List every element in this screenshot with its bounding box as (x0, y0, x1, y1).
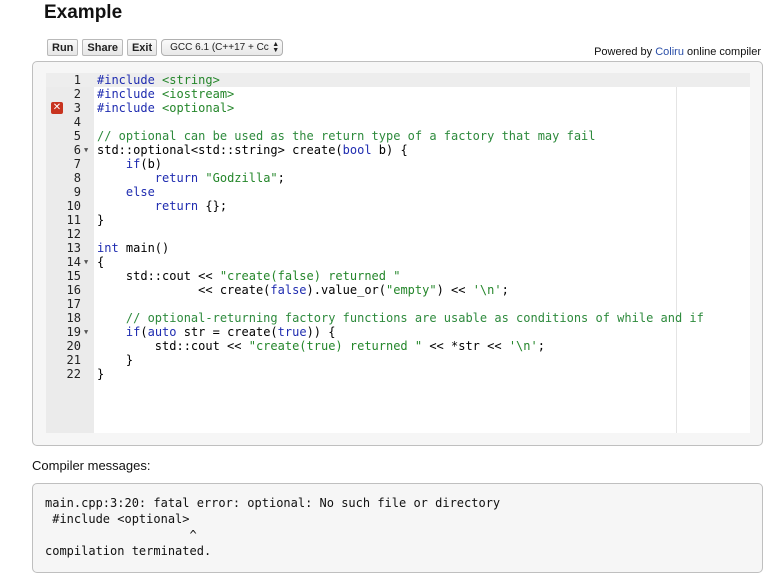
code-text: #include <iostream> (97, 87, 235, 101)
code-line[interactable]: 10 return {}; (46, 199, 750, 213)
code-line[interactable]: 8 return "Godzilla"; (46, 171, 750, 185)
line-number: 4 (73, 115, 81, 129)
select-arrows-icon: ▲ ▼ (272, 40, 280, 54)
code-text: // optional-returning factory functions … (97, 311, 704, 325)
code-text: if(b) (125, 157, 163, 171)
code-line[interactable]: 5 // optional can be used as the return t… (46, 129, 750, 143)
code-line[interactable]: 11} (46, 213, 750, 227)
code-line[interactable]: 16 << create(false).value_or("empty") <<… (46, 283, 750, 297)
fold-arrow-icon[interactable]: ▼ (84, 325, 88, 339)
code-text: } (97, 367, 105, 381)
line-number: 6 (73, 143, 81, 157)
code-line[interactable]: 2 #include <iostream> (46, 87, 750, 101)
line-number: 22 (66, 367, 81, 381)
code-line[interactable]: 22} (46, 367, 750, 381)
code-text: << create(false).value_or("empty") << '\… (97, 283, 509, 297)
coliru-link[interactable]: Coliru (655, 46, 684, 58)
run-button[interactable]: Run (47, 39, 79, 56)
code-line[interactable]: 21 } (46, 353, 750, 367)
code-text: return "Godzilla"; (154, 171, 285, 185)
line-number: 7 (73, 157, 81, 171)
code-line[interactable]: 14 ▼ { (46, 255, 750, 269)
compiler-select[interactable]: GCC 6.1 (C++17 + Cc ▲ ▼ (161, 39, 284, 56)
code-line[interactable]: 13 int main() (46, 241, 750, 255)
code-text: std::cout << "create(true) returned " <<… (97, 339, 545, 353)
code-line[interactable]: 12 (46, 227, 750, 241)
code-text: { (97, 255, 105, 269)
toolbar: Run Share Exit GCC 6.1 (C++17 + Cc ▲ ▼ (47, 39, 284, 56)
line-number: 3 (73, 101, 81, 115)
fold-arrow-icon[interactable]: ▼ (84, 255, 88, 269)
line-number: 18 (66, 311, 81, 325)
code-text: #include <string> (97, 73, 220, 87)
code-text: std::cout << "create(false) returned " (97, 269, 401, 283)
line-number: 8 (73, 171, 81, 185)
line-number: 19 (66, 325, 81, 339)
fold-arrow-icon[interactable]: ▼ (84, 143, 88, 157)
line-number: 1 (73, 73, 81, 87)
line-number: 20 (66, 339, 81, 353)
code-line[interactable]: 1 #include <string> (46, 73, 750, 87)
code-text: // optional can be used as the return ty… (97, 129, 596, 143)
code-line[interactable]: 18 // optional-returning factory functio… (46, 311, 750, 325)
powered-suffix: online compiler (687, 46, 761, 58)
code-text: } (97, 353, 134, 367)
line-number: 16 (66, 283, 81, 297)
compiler-messages-label: Compiler messages: (32, 458, 151, 473)
line-number: 15 (66, 269, 81, 283)
code-editor-panel: 1 #include <string> 2 #include <iostream> ✕ 3… (32, 61, 763, 446)
code-text: #include <optional> (97, 101, 235, 115)
code-line[interactable]: 17 (46, 297, 750, 311)
code-text: int main() (97, 241, 170, 255)
line-number: 10 (66, 199, 81, 213)
page-title: Example (44, 2, 123, 23)
code-line[interactable]: 19 ▼ if(auto str = create(true)) { (46, 325, 750, 339)
line-number: 14 (66, 255, 81, 269)
powered-by: Powered by Coliru online compiler (594, 46, 761, 58)
line-number: 13 (66, 241, 81, 255)
page: Example Run Share Exit GCC 6.1 (C++17 + … (0, 0, 781, 585)
line-number: 11 (66, 213, 81, 227)
code-line[interactable]: 7 if(b) (46, 157, 750, 171)
line-number: 17 (66, 297, 81, 311)
code-line[interactable]: ✕ 3 #include <optional> (46, 101, 750, 115)
code-text: std::optional<std::string> create(bool b… (97, 143, 408, 157)
code-line[interactable]: 20 std::cout << "create(true) returned "… (46, 339, 750, 353)
code-line[interactable]: 15 std::cout << "create(false) returned … (46, 269, 750, 283)
line-number: 9 (73, 185, 81, 199)
compiler-messages-output: main.cpp:3:20: fatal error: optional: No… (32, 483, 763, 573)
code-line[interactable]: 6 ▼ std::optional<std::string> create(bool… (46, 143, 750, 157)
line-number: 21 (66, 353, 81, 367)
code-text: else (125, 185, 155, 199)
compiler-select-value: GCC 6.1 (C++17 + Cc (170, 42, 269, 53)
powered-prefix: Powered by (594, 46, 653, 58)
line-number: 5 (73, 129, 81, 143)
code-line[interactable]: 4 (46, 115, 750, 129)
code-text: if(auto str = create(true)) { (125, 325, 336, 339)
code-editor[interactable]: 1 #include <string> 2 #include <iostream> ✕ 3… (46, 73, 750, 433)
code-text: return {}; (154, 199, 228, 213)
code-line[interactable]: 9 else (46, 185, 750, 199)
share-button[interactable]: Share (82, 39, 123, 56)
line-number: 2 (73, 87, 81, 101)
line-number: 12 (66, 227, 81, 241)
exit-button[interactable]: Exit (126, 39, 158, 56)
code-text: } (97, 213, 105, 227)
